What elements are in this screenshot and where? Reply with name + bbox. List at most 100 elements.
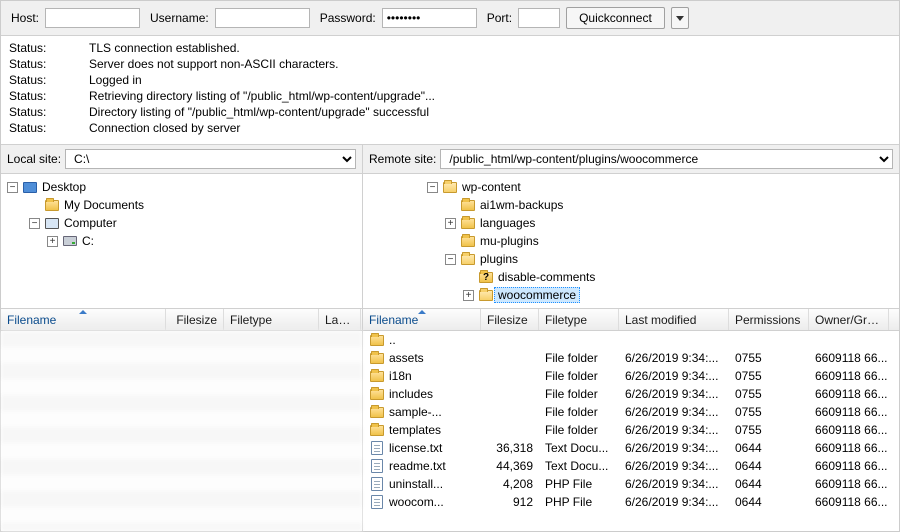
folder-icon xyxy=(370,407,384,418)
file-icon xyxy=(371,495,383,509)
log-label: Status: xyxy=(9,72,89,88)
folder-icon xyxy=(461,200,475,211)
file-type: PHP File xyxy=(545,495,592,509)
remote-file-pane: Filename Filesize Filetype Last modified… xyxy=(363,309,899,531)
file-size: 44,369 xyxy=(496,459,533,473)
tree-label: C: xyxy=(82,234,94,248)
col-filesize[interactable]: Filesize xyxy=(481,309,539,330)
tree-item-woocommerce[interactable]: + woocommerce xyxy=(369,286,893,304)
file-row[interactable]: woocom...912PHP File6/26/2019 9:34:...06… xyxy=(363,493,899,511)
file-row[interactable]: uninstall...4,208PHP File6/26/2019 9:34:… xyxy=(363,475,899,493)
expand-icon[interactable]: + xyxy=(445,218,456,229)
folder-icon xyxy=(370,425,384,436)
folder-icon xyxy=(45,200,59,211)
collapse-icon[interactable]: − xyxy=(427,182,438,193)
file-owner: 6609118 66... xyxy=(815,441,888,455)
file-owner: 6609118 66... xyxy=(815,351,888,365)
file-row[interactable]: i18nFile folder6/26/2019 9:34:...0755660… xyxy=(363,367,899,385)
file-row-parent[interactable]: .. xyxy=(363,331,899,349)
password-input[interactable] xyxy=(382,8,477,28)
tree-label: languages xyxy=(480,216,535,230)
file-owner: 6609118 66... xyxy=(815,495,888,509)
remote-file-list[interactable]: .. assetsFile folder6/26/2019 9:34:...07… xyxy=(363,331,899,531)
tree-item-desktop[interactable]: − Desktop xyxy=(7,178,356,196)
file-permissions: 0755 xyxy=(735,405,762,419)
tree-item-ai1wm[interactable]: ai1wm-backups xyxy=(369,196,893,214)
file-icon xyxy=(371,441,383,455)
local-site-path-select[interactable]: C:\ xyxy=(65,149,356,169)
file-row[interactable]: sample-...File folder6/26/2019 9:34:...0… xyxy=(363,403,899,421)
expand-icon[interactable]: + xyxy=(47,236,58,247)
port-input[interactable] xyxy=(518,8,560,28)
folder-open-icon xyxy=(461,254,475,265)
tree-item-languages[interactable]: + languages xyxy=(369,214,893,232)
log-label: Status: xyxy=(9,88,89,104)
tree-item-documents[interactable]: My Documents xyxy=(7,196,356,214)
file-type: Text Docu... xyxy=(545,441,608,455)
file-modified: 6/26/2019 9:34:... xyxy=(625,387,718,401)
drive-icon xyxy=(63,236,77,246)
file-name: i18n xyxy=(389,369,412,383)
username-label: Username: xyxy=(150,11,209,25)
log-label: Status: xyxy=(9,104,89,120)
file-name: sample-... xyxy=(389,405,442,419)
tree-item-disable-comments[interactable]: disable-comments xyxy=(369,268,893,286)
expand-icon[interactable]: + xyxy=(463,290,474,301)
col-filename[interactable]: Filename xyxy=(363,309,481,330)
file-name: templates xyxy=(389,423,441,437)
file-permissions: 0755 xyxy=(735,387,762,401)
file-size: 4,208 xyxy=(503,477,533,491)
col-owner[interactable]: Owner/Gro... xyxy=(809,309,889,330)
tree-item-plugins[interactable]: − plugins xyxy=(369,250,893,268)
file-row[interactable]: readme.txt44,369Text Docu...6/26/2019 9:… xyxy=(363,457,899,475)
file-modified: 6/26/2019 9:34:... xyxy=(625,477,718,491)
tree-item-drive-c[interactable]: + C: xyxy=(7,232,356,250)
file-type: File folder xyxy=(545,369,598,383)
file-row[interactable]: assetsFile folder6/26/2019 9:34:...07556… xyxy=(363,349,899,367)
port-label: Port: xyxy=(487,11,512,25)
log-panel: Status:TLS connection established.Status… xyxy=(1,36,899,145)
local-file-pane: Filename Filesize Filetype Last m xyxy=(1,309,363,531)
file-owner: 6609118 66... xyxy=(815,477,888,491)
col-filesize[interactable]: Filesize xyxy=(166,309,224,330)
remote-site-path-select[interactable]: /public_html/wp-content/plugins/woocomme… xyxy=(440,149,893,169)
file-name: woocom... xyxy=(389,495,444,509)
file-permissions: 0644 xyxy=(735,459,762,473)
file-row[interactable]: includesFile folder6/26/2019 9:34:...075… xyxy=(363,385,899,403)
log-message: Connection closed by server xyxy=(89,120,240,136)
col-permissions[interactable]: Permissions xyxy=(729,309,809,330)
tree-label-selected: woocommerce xyxy=(494,287,580,303)
col-filetype[interactable]: Filetype xyxy=(224,309,319,330)
log-label: Status: xyxy=(9,40,89,56)
col-filetype[interactable]: Filetype xyxy=(539,309,619,330)
tree-item-mu-plugins[interactable]: mu-plugins xyxy=(369,232,893,250)
log-message: Server does not support non-ASCII charac… xyxy=(89,56,338,72)
file-row[interactable]: license.txt36,318Text Docu...6/26/2019 9… xyxy=(363,439,899,457)
tree-item-wp-content[interactable]: − wp-content xyxy=(369,178,893,196)
tree-label: ai1wm-backups xyxy=(480,198,563,212)
local-file-list[interactable] xyxy=(1,331,362,531)
quickconnect-history-dropdown[interactable] xyxy=(671,7,689,29)
tree-item-computer[interactable]: − Computer xyxy=(7,214,356,232)
log-message: Directory listing of "/public_html/wp-co… xyxy=(89,104,429,120)
log-label: Status: xyxy=(9,56,89,72)
remote-tree[interactable]: − wp-content ai1wm-backups + languages m… xyxy=(363,174,899,308)
file-owner: 6609118 66... xyxy=(815,423,888,437)
local-tree[interactable]: − Desktop My Documents − Computer + C: xyxy=(1,174,363,308)
username-input[interactable] xyxy=(215,8,310,28)
computer-icon xyxy=(45,218,59,229)
collapse-icon[interactable]: − xyxy=(29,218,40,229)
file-type: File folder xyxy=(545,423,598,437)
col-filename[interactable]: Filename xyxy=(1,309,166,330)
file-row[interactable]: templatesFile folder6/26/2019 9:34:...07… xyxy=(363,421,899,439)
col-lastmod[interactable]: Last modified xyxy=(619,309,729,330)
col-lastmod[interactable]: Last m xyxy=(319,309,361,330)
file-permissions: 0644 xyxy=(735,477,762,491)
host-input[interactable] xyxy=(45,8,140,28)
file-modified: 6/26/2019 9:34:... xyxy=(625,369,718,383)
tree-label: plugins xyxy=(480,252,518,266)
quickconnect-bar: Host: Username: Password: Port: Quickcon… xyxy=(1,1,899,36)
quickconnect-button[interactable]: Quickconnect xyxy=(566,7,665,29)
collapse-icon[interactable]: − xyxy=(7,182,18,193)
collapse-icon[interactable]: − xyxy=(445,254,456,265)
